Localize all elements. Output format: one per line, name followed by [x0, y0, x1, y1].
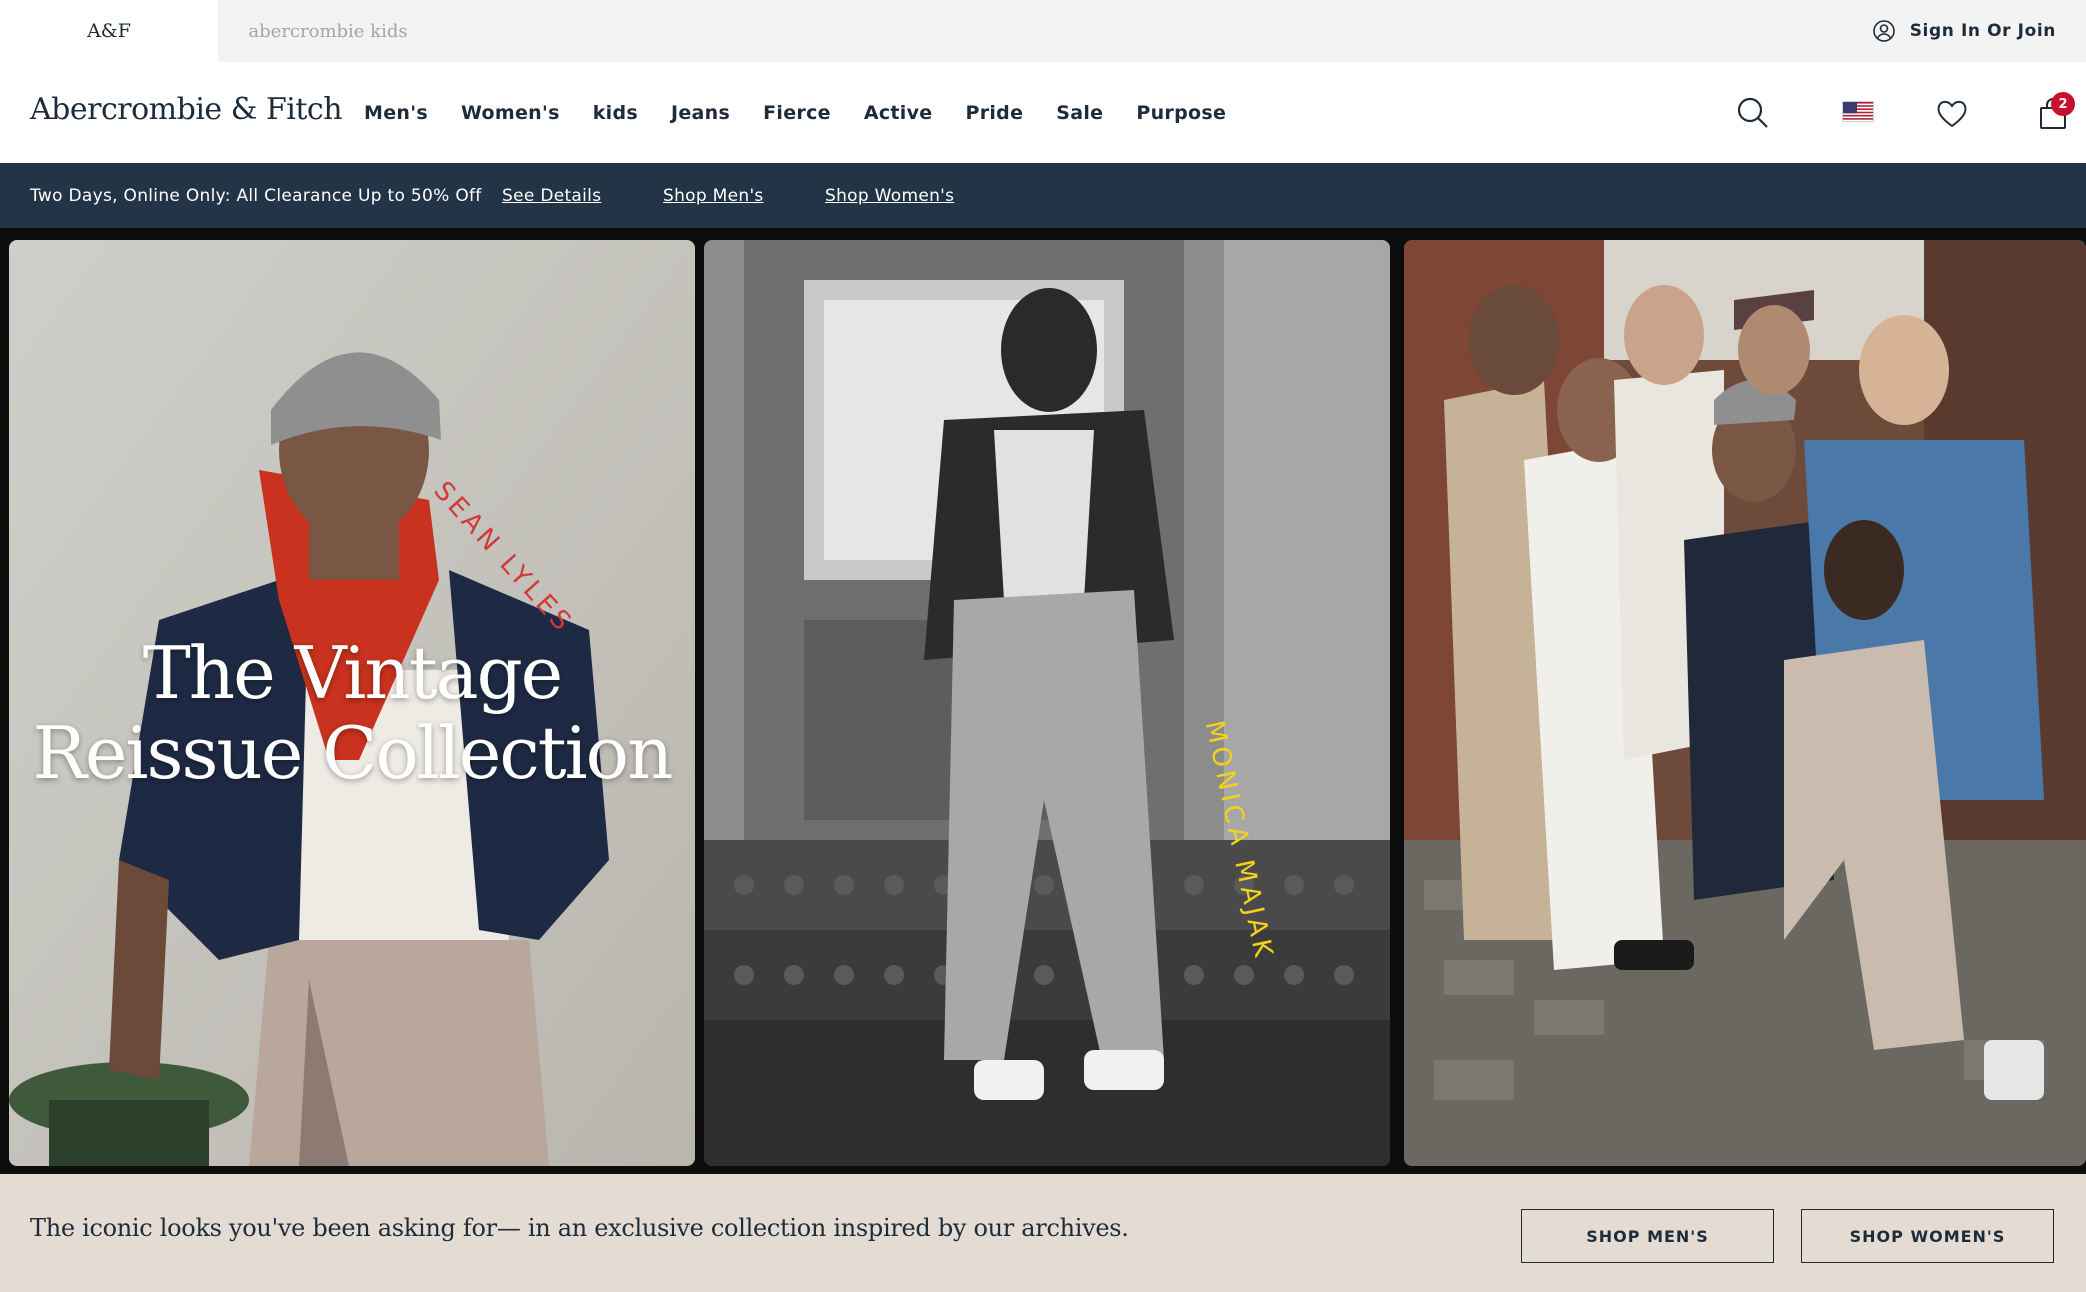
search-icon	[1737, 97, 1768, 128]
hero-banner[interactable]: The Vintage Reissue Collection SEAN LYLE…	[0, 228, 2086, 1174]
brand-tab-af[interactable]: A&F	[0, 0, 218, 62]
nav-item-mens[interactable]: Men's	[364, 102, 428, 124]
hero-headline-line-1: The Vintage	[142, 631, 564, 715]
cart-count-badge: 2	[2051, 92, 2075, 116]
us-flag-icon[interactable]	[1842, 101, 1874, 122]
brand-tab-abercrombie-kids[interactable]: abercrombie kids	[218, 0, 438, 62]
search-button[interactable]	[1734, 94, 1772, 132]
wishlist-button[interactable]	[1933, 95, 1971, 133]
heart-icon	[1937, 100, 1967, 128]
promo-message: Two Days, Online Only: All Clearance Up …	[30, 185, 482, 206]
hero-photo-group-street	[1404, 240, 2086, 1166]
promo-shop-mens-link[interactable]: Shop Men's	[663, 186, 764, 206]
hero-photo-woman-steps	[704, 240, 1390, 1166]
hero-headline-line-2: Reissue Collection	[32, 711, 674, 795]
promo-shop-womens-link[interactable]: Shop Women's	[825, 186, 954, 206]
us-flag-graphic	[1843, 102, 1873, 121]
shop-mens-button[interactable]: SHOP MEN'S	[1521, 1209, 1774, 1263]
main-header: Abercrombie & Fitch Men's Women's kids J…	[0, 62, 2086, 163]
sign-in-label: Sign In Or Join	[1909, 21, 2056, 41]
nav-item-pride[interactable]: Pride	[965, 102, 1023, 124]
nav-item-womens[interactable]: Women's	[461, 102, 560, 124]
nav-item-sale[interactable]: Sale	[1056, 102, 1103, 124]
nav-item-fierce[interactable]: Fierce	[763, 102, 831, 124]
promo-bar: Two Days, Online Only: All Clearance Up …	[0, 163, 2086, 228]
hero-headline: The Vintage Reissue Collection	[9, 633, 695, 793]
sign-in-link[interactable]: Sign In Or Join	[1872, 0, 2056, 62]
hero-image-right	[1404, 240, 2086, 1166]
shop-womens-button[interactable]: SHOP WOMEN'S	[1801, 1209, 2054, 1263]
nav-item-jeans[interactable]: Jeans	[671, 102, 730, 124]
brand-switcher-bar: A&F abercrombie kids Sign In Or Join	[0, 0, 2086, 62]
nav-item-active[interactable]: Active	[864, 102, 933, 124]
main-nav: Men's Women's kids Jeans Fierce Active P…	[364, 62, 1259, 163]
user-icon	[1872, 20, 1895, 42]
nav-item-purpose[interactable]: Purpose	[1136, 102, 1226, 124]
hero-tagline: The iconic looks you've been asking for—…	[30, 1214, 1129, 1242]
site-logo[interactable]: Abercrombie & Fitch	[30, 92, 343, 127]
promo-see-details-link[interactable]: See Details	[502, 186, 601, 206]
hero-caption-bar: The iconic looks you've been asking for—…	[0, 1174, 2086, 1292]
hero-image-center	[704, 240, 1390, 1166]
nav-item-kids[interactable]: kids	[593, 102, 638, 124]
